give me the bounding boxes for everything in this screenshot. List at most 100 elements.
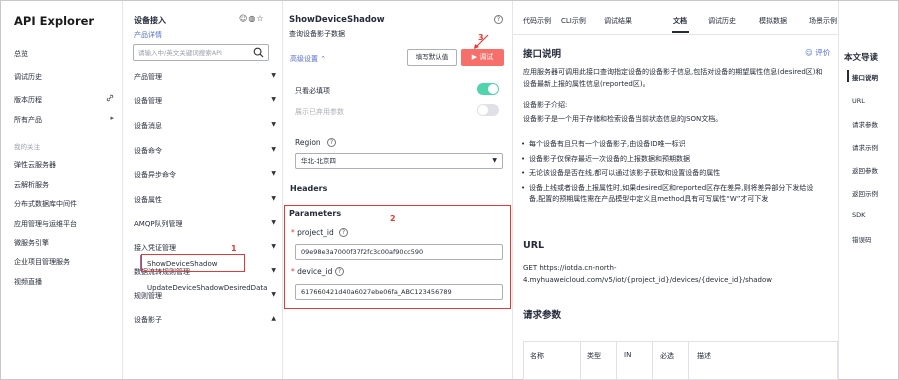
- followed-item[interactable]: 视频直播: [14, 277, 114, 287]
- api-group[interactable]: 设备命令 ▼: [134, 146, 276, 160]
- api-group-expanded[interactable]: 设备影子 ▲: [134, 315, 276, 329]
- device-id-input[interactable]: 617660421d40a6027ebe06fa_ABC123456789: [295, 284, 503, 300]
- region-label: Region: [295, 138, 321, 147]
- project-id-input[interactable]: 09e98e3a7000f37f2fc3c00af90cc590: [295, 244, 503, 260]
- active-tab-indicator: [672, 31, 689, 33]
- table-divider: [616, 342, 617, 380]
- caret-down-icon: ▼: [271, 219, 276, 226]
- tabs-divider: [513, 34, 838, 35]
- shadow-intro-title: 设备影子介绍:: [523, 101, 568, 109]
- fill-default-button[interactable]: 填写默认值: [407, 49, 457, 66]
- followed-item[interactable]: 微服务引擎: [14, 238, 114, 248]
- star-icon[interactable]: ☆: [256, 14, 264, 23]
- api-item-show-device-shadow[interactable]: ShowDeviceShadow: [147, 260, 217, 268]
- api-group[interactable]: 设备属性 ▼: [134, 195, 276, 209]
- toggle-knob: [478, 105, 488, 115]
- link-icon: [106, 94, 114, 104]
- nav-item-label: 总览: [14, 50, 28, 58]
- toc-item[interactable]: 请求参数: [852, 119, 878, 129]
- help-icon[interactable]: ?: [335, 267, 344, 276]
- api-group[interactable]: 设备消息 ▼: [134, 121, 276, 135]
- followed-item[interactable]: 弹性云服务器: [14, 160, 114, 170]
- followed-item[interactable]: 云解析服务: [14, 180, 114, 190]
- api-search-box: [133, 44, 269, 61]
- show-required-label: 只看必填项: [295, 87, 330, 95]
- api-group-label: 设备消息: [134, 122, 162, 130]
- api-group[interactable]: AMQP队列管理 ▼: [134, 219, 276, 233]
- followed-item[interactable]: 分布式数据库中间件: [14, 199, 114, 209]
- device-id-label: * device_id: [291, 267, 332, 276]
- api-group-label: AMQP队列管理: [134, 220, 183, 228]
- help-icon[interactable]: ?: [339, 228, 348, 237]
- show-required-toggle[interactable]: [477, 83, 499, 95]
- api-group-label: 接入凭证管理: [134, 244, 176, 252]
- caret-down-icon: ▼: [271, 146, 276, 153]
- advanced-settings-label: 高级设置: [290, 55, 318, 63]
- caret-down-icon: ▼: [271, 243, 276, 250]
- table-header-cell: IN: [624, 351, 632, 359]
- toc-item[interactable]: 接口说明: [852, 72, 878, 82]
- table-header-cell: 必选: [660, 352, 674, 360]
- nav-item-label: 所有产品: [14, 116, 42, 124]
- tab-mock-data[interactable]: 模拟数据: [759, 16, 787, 26]
- toc-item[interactable]: SDK: [852, 211, 865, 219]
- toc-item[interactable]: 返回示例: [852, 188, 878, 198]
- table-header-cell: 描述: [697, 352, 711, 360]
- api-group[interactable]: 设备管理 ▼: [134, 96, 276, 110]
- api-item-update-device-shadow[interactable]: UpdateDeviceShadowDesiredData: [147, 284, 267, 292]
- api-group[interactable]: 产品管理 ▼: [134, 72, 276, 86]
- search-icon[interactable]: [253, 47, 264, 58]
- api-search-input[interactable]: [134, 45, 250, 60]
- parameters-section-title: Parameters: [289, 209, 342, 218]
- toc-item[interactable]: 错误码: [852, 234, 872, 244]
- region-label-text: Region: [295, 138, 321, 147]
- params-table: 名称 类型 IN 必选 描述: [523, 341, 838, 380]
- api-group[interactable]: 设备异步命令 ▼: [134, 170, 276, 184]
- product-detail-link[interactable]: 产品详情: [134, 30, 162, 40]
- device-id-label-text: device_id: [297, 267, 333, 276]
- tab-scenario-examples[interactable]: 场景示例: [809, 16, 837, 26]
- api-list-panel: 设备接入 ☺◍☆ 产品详情 产品管理 ▼ 设备管理 ▼ 设备消息 ▼ 设备命令 ▼ 设备…: [123, 1, 283, 379]
- caret-down-icon: ▼: [492, 157, 497, 164]
- help-icon[interactable]: ?: [327, 138, 336, 147]
- toc-item[interactable]: URL: [852, 97, 865, 105]
- api-group-label: 规则管理: [134, 292, 162, 300]
- tab-cli-examples[interactable]: CLI示例: [561, 16, 586, 26]
- nav-item-all-products[interactable]: 所有产品 ▸: [14, 114, 114, 125]
- table-divider: [688, 342, 689, 380]
- toc-item[interactable]: 请求示例: [852, 142, 878, 152]
- smiley-icon[interactable]: ☺: [239, 14, 248, 23]
- nav-item-label: 版本历程: [14, 96, 42, 104]
- nav-item-version-history[interactable]: 版本历程: [14, 94, 114, 105]
- left-nav: API Explorer 总览 调试历史 版本历程 所有产品 ▸ 我的关注 弹性云…: [1, 1, 123, 379]
- debug-button[interactable]: ▶ 调试: [461, 49, 504, 66]
- api-name: ShowDeviceShadow: [289, 15, 385, 25]
- region-select[interactable]: 华北-北京四 ▼: [295, 153, 503, 169]
- advanced-settings-toggle[interactable]: 高级设置 ⌃: [290, 54, 326, 64]
- debug-panel: ShowDeviceShadow ? 查询设备影子数据 高级设置 ⌃ 填写默认值…: [283, 1, 513, 379]
- followed-item[interactable]: 应用管理与运维平台: [14, 219, 114, 229]
- required-marker: *: [291, 267, 295, 276]
- app-title: API Explorer: [14, 14, 95, 28]
- caret-down-icon: ▼: [271, 170, 276, 177]
- followed-item[interactable]: 企业项目管理服务: [14, 257, 114, 267]
- nav-item-overview[interactable]: 总览: [14, 49, 114, 59]
- tab-documentation[interactable]: 文档: [673, 16, 687, 26]
- tab-debug-result[interactable]: 调试结果: [604, 16, 632, 26]
- api-group[interactable]: 规则管理 ▼: [134, 291, 276, 305]
- help-icon[interactable]: ?: [494, 15, 503, 24]
- table-header-cell: 名称: [530, 352, 544, 360]
- caret-down-icon: ▼: [271, 121, 276, 128]
- show-deprecated-toggle[interactable]: [477, 104, 499, 116]
- tab-debug-history[interactable]: 调试历史: [708, 16, 736, 26]
- play-icon: ▶: [471, 53, 478, 61]
- rating-link[interactable]: ☺ 评价: [805, 47, 830, 58]
- shadow-intro-text: 设备影子是一个用于存储和检索设备当前状态信息的JSON文档。: [523, 115, 723, 123]
- nav-item-debug-history[interactable]: 调试历史: [14, 72, 114, 82]
- toc-active-indicator: [847, 70, 849, 82]
- api-group-label: 产品管理: [134, 73, 162, 81]
- tab-code-examples[interactable]: 代码示例: [523, 16, 551, 26]
- annotation-number: 1: [231, 244, 237, 253]
- toc-item[interactable]: 返回参数: [852, 165, 878, 175]
- api-description: 查询设备影子数据: [289, 30, 345, 38]
